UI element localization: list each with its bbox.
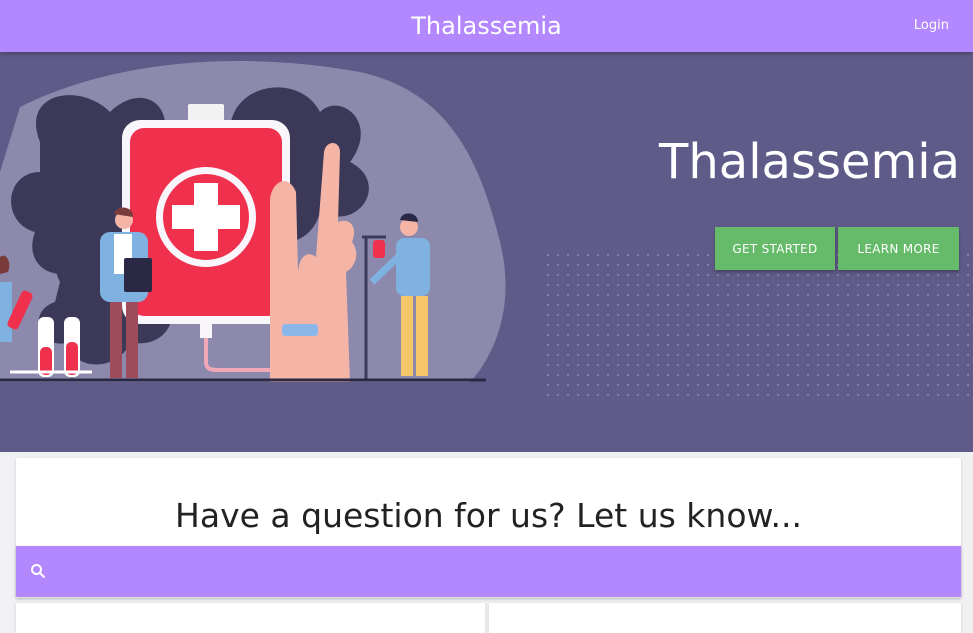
- top-app-bar: Thalassemia Login: [0, 0, 973, 52]
- content-card-right: [489, 603, 961, 633]
- search-icon: [31, 564, 46, 579]
- hero-title: Thalassemia: [659, 134, 960, 190]
- learn-more-button[interactable]: LEARN MORE: [838, 227, 959, 270]
- app-title: Thalassemia: [411, 12, 562, 40]
- login-link[interactable]: Login: [914, 18, 949, 33]
- question-heading: Have a question for us? Let us know...: [175, 496, 802, 535]
- search-input[interactable]: [62, 556, 946, 588]
- dot-pattern: [545, 252, 973, 402]
- get-started-button[interactable]: GET STARTED: [715, 227, 835, 270]
- content-card-left: [16, 603, 485, 633]
- hero-banner: Thalassemia GET STARTED LEARN MORE: [0, 52, 973, 452]
- blood-transfusion-illustration: [0, 61, 506, 382]
- search-bar[interactable]: [16, 546, 961, 597]
